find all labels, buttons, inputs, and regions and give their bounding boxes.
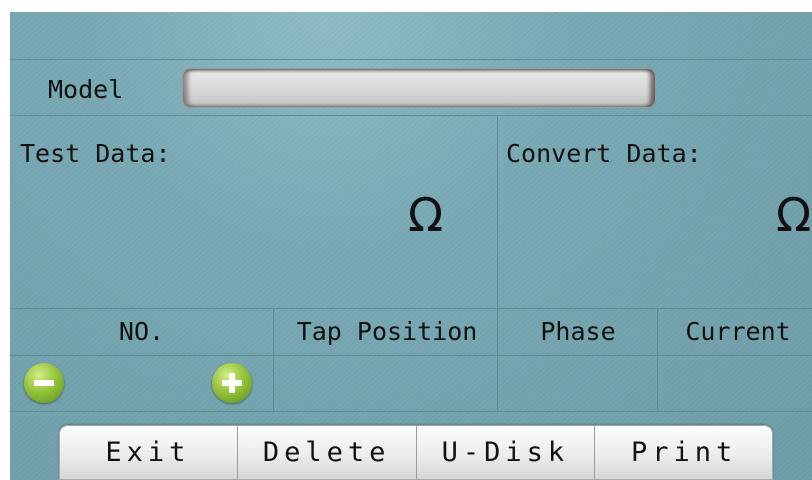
convert-data-unit: Ω xyxy=(776,188,812,242)
divider-model xyxy=(10,115,812,116)
print-button[interactable]: Print xyxy=(595,425,773,480)
decrement-button[interactable] xyxy=(24,363,64,403)
increment-button[interactable] xyxy=(212,363,252,403)
exit-button[interactable]: Exit xyxy=(59,425,238,480)
divider-header xyxy=(10,355,812,356)
header-current: Current xyxy=(685,317,791,346)
divider-data-columns xyxy=(497,115,498,308)
model-input[interactable] xyxy=(182,68,656,108)
divider-data xyxy=(10,308,812,309)
u-disk-button[interactable]: U-Disk xyxy=(417,425,596,480)
header-phase: Phase xyxy=(540,317,616,346)
header-no: NO. xyxy=(118,317,165,346)
convert-data-label: Convert Data: xyxy=(506,139,702,168)
model-label: Model xyxy=(48,75,124,104)
main-screen: Model Test Data: Ω Convert Data: Ω NO. T… xyxy=(10,12,812,480)
minus-circle-icon xyxy=(34,380,54,386)
delete-button[interactable]: Delete xyxy=(238,425,417,480)
header-tap-position: Tap Position xyxy=(296,317,478,346)
test-data-label: Test Data: xyxy=(20,139,171,168)
test-data-unit: Ω xyxy=(408,188,444,242)
divider-row xyxy=(10,411,812,412)
divider-col-no xyxy=(273,308,274,411)
divider-top xyxy=(10,59,812,60)
bottom-button-bar: Exit Delete U-Disk Print xyxy=(59,425,773,480)
plus-circle-icon xyxy=(222,373,242,393)
